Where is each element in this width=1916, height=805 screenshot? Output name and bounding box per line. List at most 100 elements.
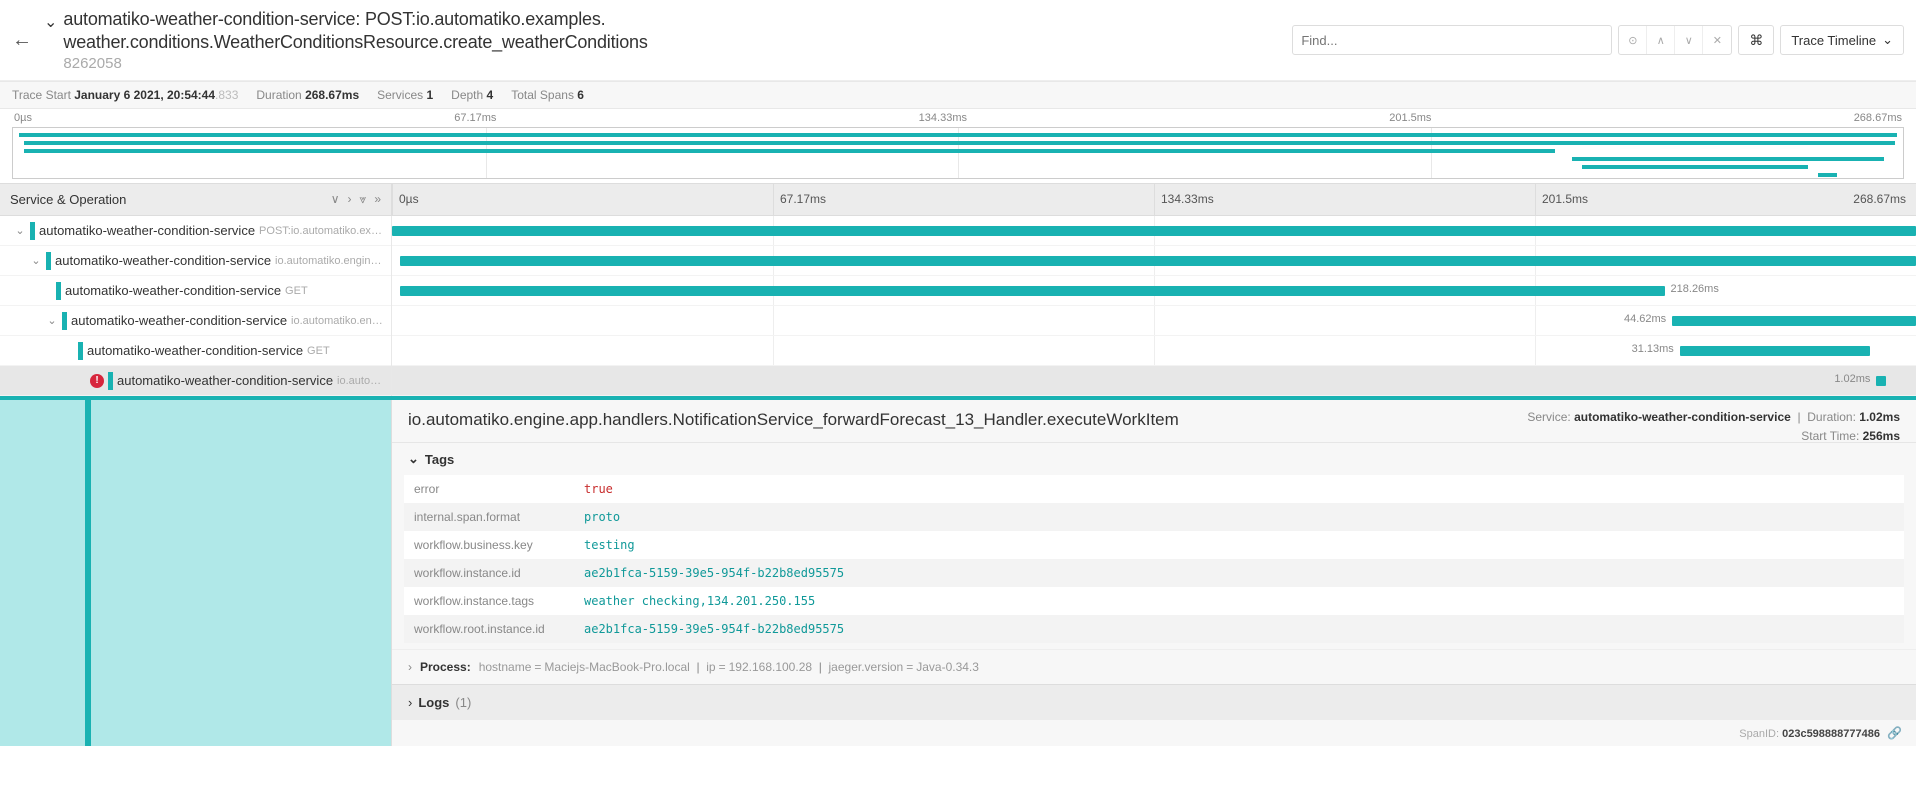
- span-row[interactable]: ⌄automatiko-weather-condition-serviceio.…: [0, 306, 391, 336]
- meta-value: 4: [487, 88, 494, 102]
- next-match-icon[interactable]: ∨: [1675, 26, 1703, 54]
- columns-header: Service & Operation ∨ › ⩔ » 0µs 67.17ms …: [0, 183, 1916, 216]
- detail-content: io.automatiko.engine.app.handlers.Notifi…: [392, 400, 1916, 746]
- tag-value: proto: [574, 503, 1904, 531]
- trace-body: ⌄ automatiko-weather-condition-service POS…: [0, 216, 1916, 396]
- tag-value: testing: [574, 531, 1904, 559]
- meta-label: Start Time:: [1801, 429, 1859, 443]
- chevron-down-icon[interactable]: ⌄: [44, 12, 57, 32]
- operation-name: GET: [307, 345, 387, 357]
- span-row[interactable]: ⌄automatiko-weather-condition-servicePOS…: [0, 216, 391, 246]
- tags-table: errortrueinternal.span.formatprotoworkfl…: [404, 475, 1904, 643]
- keyboard-shortcuts-button[interactable]: ⌘: [1738, 25, 1774, 55]
- tick-label: 201.5ms: [1535, 184, 1594, 215]
- minimap-span: [1582, 165, 1809, 169]
- logs-count: (1): [455, 695, 471, 710]
- tick-label: 134.33ms: [1154, 184, 1220, 215]
- service-name: automatiko-weather-condition-service: [65, 283, 281, 298]
- tag-key: workflow.instance.id: [404, 559, 574, 587]
- span-id-value: 023c598888777486: [1782, 728, 1880, 740]
- span-duration-bar: [1876, 376, 1885, 386]
- trace-meta-bar: Trace Start January 6 2021, 20:54:44.833…: [0, 81, 1916, 109]
- meta-label: Duration:: [1807, 410, 1856, 424]
- tick-label: 0µs: [14, 112, 32, 124]
- process-kv: hostname=Maciejs-MacBook-Pro.local: [479, 660, 690, 674]
- process-kv: jaeger.version=Java-0.34.3: [829, 660, 979, 674]
- meta-value: 1.02ms: [1859, 410, 1900, 424]
- expand-all-icon[interactable]: »: [374, 192, 381, 207]
- tick-label: 67.17ms: [773, 184, 832, 215]
- section-title: Tags: [425, 452, 454, 467]
- span-duration-label: 44.62ms: [1624, 313, 1666, 325]
- tag-value: true: [574, 475, 1904, 503]
- clear-search-icon[interactable]: ✕: [1703, 26, 1731, 54]
- span-row[interactable]: !automatiko-weather-condition-serviceio.…: [0, 366, 391, 396]
- meta-label: Depth: [451, 88, 483, 102]
- prev-match-icon[interactable]: ∧: [1647, 26, 1675, 54]
- service-color-bar: [108, 372, 113, 390]
- span-row[interactable]: automatiko-weather-condition-serviceGET: [0, 336, 391, 366]
- minimap-span: [24, 149, 1555, 153]
- span-row[interactable]: ⌄ automatiko-weather-condition-service io.…: [0, 246, 391, 276]
- timeline-body: 218.26ms 44.62ms 31.13ms 1.02ms: [392, 216, 1916, 396]
- link-icon[interactable]: 🔗: [1887, 726, 1902, 740]
- tag-row: workflow.instance.idae2b1fca-5159-39e5-9…: [404, 559, 1904, 587]
- meta-value: 268.67ms: [305, 88, 359, 102]
- span-row[interactable]: automatiko-weather-condition-serviceGET: [0, 276, 391, 306]
- timeline-row[interactable]: [392, 246, 1916, 276]
- search-input[interactable]: [1292, 25, 1612, 55]
- tag-row: workflow.root.instance.idae2b1fca-5159-3…: [404, 615, 1904, 643]
- trace-view-dropdown[interactable]: Trace Timeline ⌄: [1780, 25, 1904, 55]
- timeline-row[interactable]: 44.62ms: [392, 306, 1916, 336]
- detail-meta: Service: automatiko-weather-condition-se…: [1527, 408, 1900, 446]
- tag-row: workflow.instance.tagsweather checking,1…: [404, 587, 1904, 615]
- meta-label: Trace Start: [12, 88, 71, 102]
- minimap-canvas[interactable]: [12, 127, 1904, 179]
- meta-value: 256ms: [1863, 429, 1900, 443]
- chevron-right-icon: ›: [408, 660, 412, 674]
- page-title-line1: automatiko-weather-condition-service: PO…: [63, 8, 647, 31]
- meta-value: automatiko-weather-condition-service: [1574, 410, 1791, 424]
- minimap-ticks: 0µs 67.17ms 134.33ms 201.5ms 268.67ms: [12, 109, 1904, 127]
- chevron-down-icon[interactable]: ⌄: [30, 254, 42, 267]
- timeline-row[interactable]: 1.02ms: [392, 366, 1916, 396]
- detail-gutter: [0, 400, 392, 746]
- collapse-all-icon[interactable]: ⩔: [360, 192, 367, 207]
- tag-key: workflow.instance.tags: [404, 587, 574, 615]
- tick-label: 134.33ms: [919, 112, 967, 124]
- timeline-row[interactable]: 218.26ms: [392, 276, 1916, 306]
- expand-icon[interactable]: ›: [348, 192, 352, 207]
- service-color-bar: [62, 312, 67, 330]
- operation-name: io.automatiko.engine.app.h…: [275, 255, 387, 267]
- tag-value: weather checking,134.201.250.155: [574, 587, 1904, 615]
- tags-section-header[interactable]: ⌄ Tags: [392, 443, 1916, 475]
- minimap-span: [1818, 173, 1837, 177]
- detail-header: io.automatiko.engine.app.handlers.Notifi…: [392, 400, 1916, 443]
- service-name: automatiko-weather-condition-service: [55, 253, 271, 268]
- tick-label: 0µs: [392, 184, 425, 215]
- dropdown-label: Trace Timeline: [1791, 33, 1876, 48]
- chevron-down-icon[interactable]: ⌄: [46, 314, 58, 327]
- span-duration-label: 31.13ms: [1632, 343, 1674, 355]
- operation-name: io.automatiko.engine.a…: [291, 315, 387, 327]
- tick-label: 268.67ms: [1854, 112, 1902, 124]
- chevron-down-icon[interactable]: ⌄: [14, 224, 26, 237]
- span-duration-bar: [400, 256, 1916, 266]
- back-arrow-icon[interactable]: ←: [12, 29, 32, 52]
- column-title: Service & Operation: [10, 192, 126, 207]
- operation-name: POST:io.automatiko.examples.w…: [259, 225, 387, 237]
- search-nav-buttons: ⊙ ∧ ∨ ✕: [1618, 25, 1732, 55]
- tag-key: workflow.business.key: [404, 531, 574, 559]
- timeline-row[interactable]: 31.13ms: [392, 336, 1916, 366]
- tag-value: ae2b1fca-5159-39e5-954f-b22b8ed95575: [574, 559, 1904, 587]
- collapse-icon[interactable]: ∨: [331, 192, 340, 207]
- header-controls: ⊙ ∧ ∨ ✕ ⌘ Trace Timeline ⌄: [1292, 25, 1904, 55]
- operation-name: io.automatiko.…: [337, 375, 387, 387]
- service-operation-header: Service & Operation ∨ › ⩔ »: [0, 184, 392, 215]
- timeline-row[interactable]: [392, 216, 1916, 246]
- logs-section[interactable]: › Logs (1): [392, 684, 1916, 720]
- service-name: automatiko-weather-condition-service: [117, 373, 333, 388]
- first-match-icon[interactable]: ⊙: [1619, 26, 1647, 54]
- process-section[interactable]: › Process: hostname=Maciejs-MacBook-Pro.…: [392, 649, 1916, 684]
- meta-label: Total Spans: [511, 88, 574, 102]
